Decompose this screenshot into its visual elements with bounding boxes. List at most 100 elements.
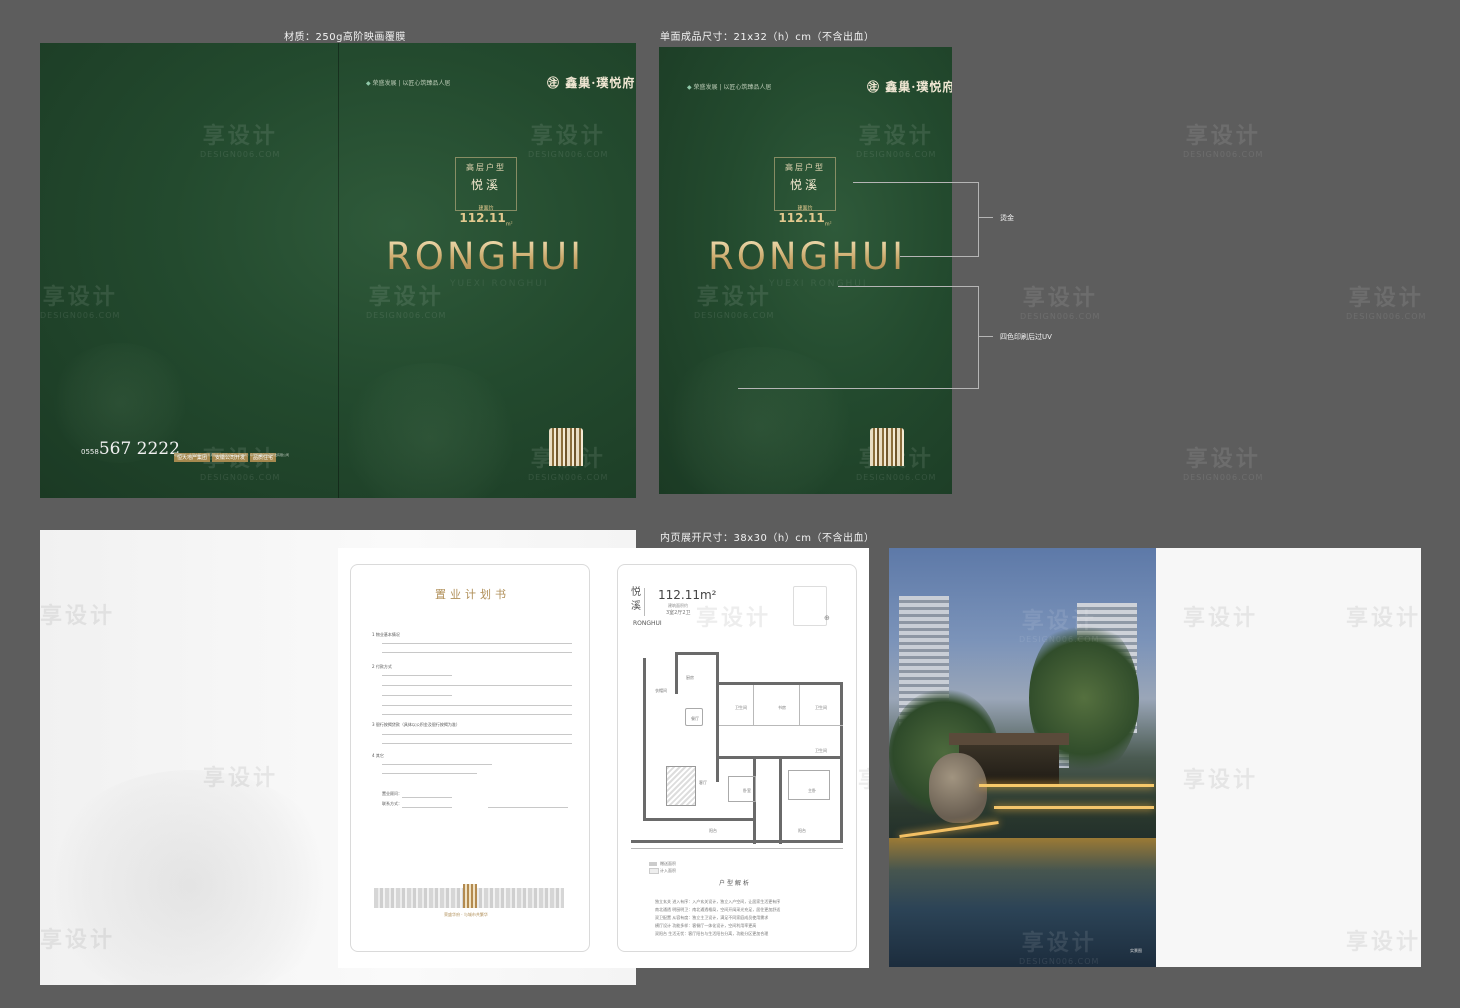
room-label: 卫生间	[735, 705, 747, 710]
form-field	[402, 797, 452, 798]
material-spec: 材质：250g高阶映画覆膜	[284, 32, 406, 43]
annotation-line	[853, 182, 979, 183]
emblem-logo	[549, 428, 583, 466]
step-light	[899, 821, 999, 838]
cover-subtitle: YUEXI RONGHUI	[450, 279, 549, 289]
address-line: 项目地址：阜阳市颍州区清河路与北京路交汇处 开发商：阜阳荣盛房地产开发有限公司	[174, 453, 289, 457]
analysis-title: 户型解析	[719, 880, 752, 887]
emblem-logo	[463, 884, 477, 908]
annotation-line	[978, 182, 979, 256]
form-title: 置业计划书	[435, 588, 510, 601]
blank-page: 享设计 享设计 享设计 享设计	[1156, 548, 1421, 967]
form-field	[382, 773, 477, 774]
watermark: 享设计DESIGN006.COM	[1019, 609, 1100, 644]
spine-fold	[338, 43, 339, 498]
plan-wall	[719, 725, 843, 726]
form-section: 3 银行按揭贷款（具体以公积金及银行按揭为准）	[372, 722, 460, 727]
unit-type: 高层户型	[785, 163, 825, 172]
sofa-icon	[666, 766, 696, 806]
watermark: 享设计DESIGN006.COM	[1019, 931, 1100, 966]
annotation-line	[979, 336, 993, 337]
contact-label: 联系方式：	[382, 801, 402, 806]
unit-name: 悦溪	[631, 587, 641, 612]
feature-rock	[929, 753, 987, 823]
unit-name: 悦溪	[470, 178, 501, 192]
annotation-hot-stamp: 烫金	[1000, 214, 1014, 222]
divider	[644, 588, 645, 616]
watermark: 享设计	[1183, 768, 1259, 793]
plan-wall	[719, 756, 843, 759]
legend-swatch	[649, 868, 659, 874]
photo-caption: 实景图	[1130, 948, 1142, 953]
legend-swatch	[649, 862, 657, 866]
unit-area: 建面约112.11m²	[778, 205, 832, 228]
form-field	[382, 743, 572, 744]
plan-wall	[840, 682, 843, 842]
pine-pattern	[340, 363, 520, 498]
unit-layout: 3室2厅2卫	[666, 610, 691, 616]
room-label: 卧室	[743, 788, 751, 793]
analysis-line: 南北通透 明厨明卫：南北通透格局，空间开阔采光充足，居住更加舒适	[655, 907, 781, 912]
pavilion-roof	[949, 733, 1069, 745]
form-section: 1 物业基本情况	[372, 632, 400, 637]
room-label: 书房	[778, 705, 786, 710]
plan-wall	[779, 756, 782, 844]
form-field	[402, 807, 452, 808]
legend-label: 赠送面积	[660, 861, 676, 866]
single-size-spec: 单面成品尺寸：21x32（h）cm（不含出血）	[660, 32, 875, 43]
pine-pattern	[659, 347, 859, 494]
plan-wall	[753, 685, 754, 725]
watermark: 享设计DESIGN006.COM	[200, 124, 281, 159]
watermark: 享设计DESIGN006.COM	[366, 285, 447, 320]
room-label: 卫生间	[815, 705, 827, 710]
watermark: 享设计	[1183, 606, 1259, 631]
floorplan-page: 悦溪 112.11m² 建筑面积约 3室2厅2卫 RONGHUI ⊕ 厨房 餐厅…	[603, 548, 869, 968]
cover-spread: 享设计DESIGN006.COM 享设计DESIGN006.COM 享设计DES…	[40, 43, 636, 498]
landscape-photo: 实景图 享设计 DESIGN006.COM 享设计 DESIGN006.COM	[889, 548, 1156, 967]
form-field	[382, 695, 452, 696]
form-field	[382, 734, 572, 735]
developer-logos: ◆ 荣盛发展 | 以匠心筑臻品人居	[687, 84, 772, 91]
form-field	[382, 652, 572, 653]
cover-subtitle: YUEXI RONGHUI	[769, 279, 868, 289]
watermark: 享设计DESIGN006.COM	[1183, 447, 1264, 482]
purchase-plan-page: 置业计划书 1 物业基本情况 2 付款方式 3 银行按揭贷款（具体以公积金及银行…	[338, 548, 603, 968]
annotation-line	[838, 286, 979, 287]
form-field	[382, 643, 572, 644]
phone-number: 567 2222	[98, 439, 180, 459]
watermark: 享设计	[40, 928, 116, 953]
bed-icon	[728, 776, 756, 802]
annotation-line	[900, 256, 979, 257]
unit-badge: 高层户型 悦溪 建面约112.11m²	[774, 157, 836, 228]
form-section: 4 其它	[372, 753, 384, 758]
watermark: 享设计DESIGN006.COM	[528, 124, 609, 159]
watermark: 享设计	[40, 604, 116, 629]
phone-prefix: 0558	[81, 448, 99, 456]
cover-title: RONGHUI	[708, 235, 906, 278]
form-footer: 荣盛华府 · 与城市共繁华	[444, 912, 488, 917]
front-cover-single: 享设计DESIGN006.COM 享设计DESIGN006.COM 享设计DES…	[659, 47, 952, 494]
step-light	[979, 784, 1154, 787]
brand-logo: ㊟ 鑫巢·璞悦府	[867, 80, 952, 94]
watermark: 享设计DESIGN006.COM	[1020, 286, 1101, 321]
form-field	[382, 685, 572, 686]
compass-icon: ⊕	[824, 614, 830, 622]
form-field	[382, 714, 572, 715]
form-field	[382, 705, 572, 706]
watermark: 享设计	[1346, 930, 1421, 955]
plan-wall	[716, 652, 719, 782]
room-label: 衣帽间	[655, 688, 667, 693]
form-field	[382, 675, 452, 676]
contact-block: 0558567 2222	[81, 439, 180, 459]
watermark: 享设计DESIGN006.COM	[40, 285, 121, 320]
plan-wall	[799, 685, 800, 725]
analysis-line: 独立玄关 进入有序：入户玄关设计，独立入户空间，让居家生活更有序	[655, 899, 781, 904]
watermark: 享设计DESIGN006.COM	[1183, 124, 1264, 159]
room-label: 阳台	[798, 828, 806, 833]
building-key-plan	[793, 586, 827, 626]
advisor-label: 置业顾问：	[382, 791, 402, 796]
unit-area: 建面约112.11m²	[459, 205, 513, 228]
plan-wall	[675, 652, 719, 655]
annotation-line	[978, 286, 979, 388]
plan-wall	[631, 848, 843, 849]
